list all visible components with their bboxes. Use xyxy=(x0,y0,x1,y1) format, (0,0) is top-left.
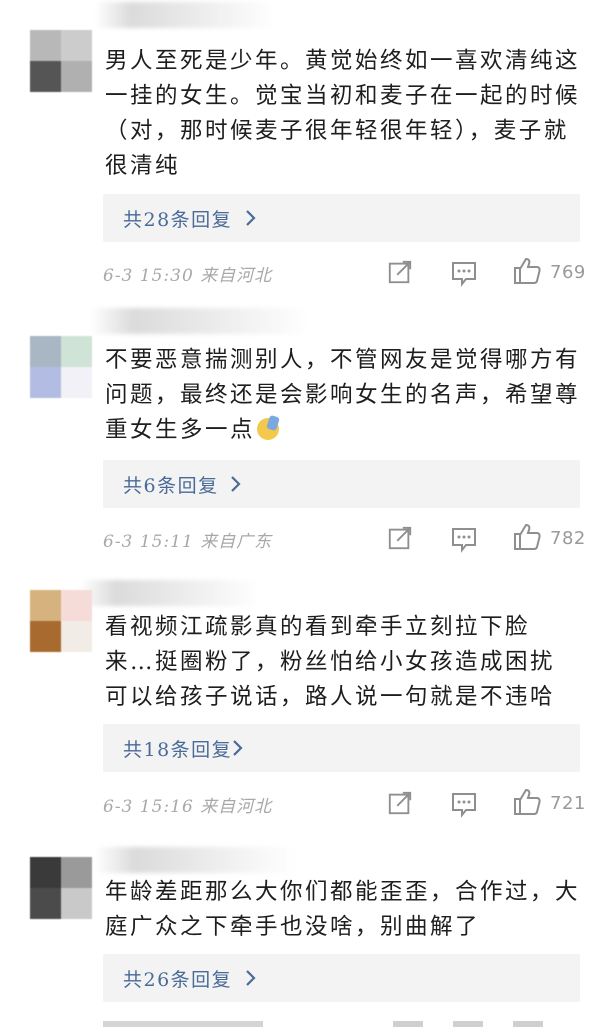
comment-meta: 6-3 15:30 来自河北 xyxy=(103,261,272,286)
comment-date: 6-3 15:16 xyxy=(103,797,194,817)
avatar-tile xyxy=(61,367,92,398)
comment-line: 重女生多一点 xyxy=(105,413,585,448)
chevron-right-icon xyxy=(231,476,241,492)
comment-line: 年龄差距那么大你们都能歪歪，合作过，大 xyxy=(105,879,581,905)
comment-text: 看视频江疏影真的看到牵手立刻拉下脸 来…挺圈粉了，粉丝怕给小女孩造成困扰 可以给… xyxy=(105,610,585,715)
comment-line: 来…挺圈粉了，粉丝怕给小女孩造成困扰 xyxy=(105,649,556,675)
chevron-right-icon xyxy=(246,210,256,226)
avatar-tile xyxy=(61,590,92,621)
thumbs-up-icon[interactable] xyxy=(512,522,542,552)
comment-meta: 6-3 15:11 来自广东 xyxy=(103,527,272,552)
avatar-tile xyxy=(30,30,61,61)
avatar[interactable] xyxy=(30,336,92,398)
comment-location: 来自广东 xyxy=(200,532,273,552)
comment-item: 男人至死是少年。黄觉始终如一喜欢清纯这 一挂的女生。觉宝当初和麦子在一起的时候 … xyxy=(0,0,600,300)
username-blurred[interactable] xyxy=(90,308,310,334)
comment-meta-cutoff xyxy=(103,1021,583,1027)
chevron-right-icon xyxy=(246,970,256,986)
comment-line: 男人至死是少年。黄觉始终如一喜欢清纯这 xyxy=(105,48,581,74)
avatar-tile xyxy=(30,621,61,652)
share-icon[interactable] xyxy=(387,525,413,551)
like-count: 782 xyxy=(550,528,586,549)
comment-date: 6-3 15:11 xyxy=(103,532,194,552)
avatar-tile xyxy=(30,888,61,919)
avatar-tile xyxy=(61,888,92,919)
username-blurred[interactable] xyxy=(80,580,260,606)
username-blurred[interactable] xyxy=(95,2,275,28)
comment-line: 一挂的女生。觉宝当初和麦子在一起的时候 xyxy=(105,83,581,109)
chevron-right-icon xyxy=(233,740,243,756)
share-icon[interactable] xyxy=(387,259,413,285)
thumbs-up-icon[interactable] xyxy=(512,787,542,817)
comment-location: 来自河北 xyxy=(200,266,273,286)
avatar-tile xyxy=(61,857,92,888)
comment-date: 6-3 15:30 xyxy=(103,266,194,286)
comment-item: 不要恶意揣测别人，不管网友是觉得哪方有 问题，最终还是会影响女生的名声，希望尊 … xyxy=(0,300,600,570)
thumbs-up-icon[interactable] xyxy=(512,256,542,286)
avatar-tile xyxy=(61,336,92,367)
avatar[interactable] xyxy=(30,30,92,92)
avatar-tile xyxy=(61,30,92,61)
reply-count-button[interactable]: 共6条回复 xyxy=(103,460,580,508)
comment-item: 看视频江疏影真的看到牵手立刻拉下脸 来…挺圈粉了，粉丝怕给小女孩造成困扰 可以给… xyxy=(0,570,600,835)
avatar-tile xyxy=(30,61,61,92)
comment-line: 可以给孩子说话，路人说一句就是不违哈 xyxy=(105,684,556,710)
like-count: 721 xyxy=(550,793,586,814)
reply-count-label: 共26条回复 xyxy=(123,969,233,991)
avatar-tile xyxy=(30,336,61,367)
reply-count-label: 共28条回复 xyxy=(123,209,233,231)
comment-text: 不要恶意揣测别人，不管网友是觉得哪方有 问题，最终还是会影响女生的名声，希望尊 … xyxy=(105,343,585,448)
username-blurred[interactable] xyxy=(95,847,295,873)
avatar-tile xyxy=(30,857,61,888)
reply-count-button[interactable]: 共28条回复 xyxy=(103,194,580,242)
comment-icon[interactable] xyxy=(450,525,478,553)
reply-count-button[interactable]: 共26条回复 xyxy=(103,954,580,1002)
avatar[interactable] xyxy=(30,590,92,652)
comment-line-text: 重女生多一点 xyxy=(105,417,256,443)
emoji-icon xyxy=(257,418,280,440)
comment-text: 年龄差距那么大你们都能歪歪，合作过，大 庭广众之下牵手也没啥，别曲解了 xyxy=(105,875,585,945)
avatar-tile xyxy=(30,367,61,398)
avatar-tile xyxy=(61,621,92,652)
comment-line: 问题，最终还是会影响女生的名声，希望尊 xyxy=(105,382,581,408)
comment-meta: 6-3 15:16 来自河北 xyxy=(103,792,272,817)
avatar-tile xyxy=(30,590,61,621)
comment-item: 年龄差距那么大你们都能歪歪，合作过，大 庭广众之下牵手也没啥，别曲解了 共26条… xyxy=(0,835,600,1027)
comment-icon[interactable] xyxy=(450,259,478,287)
comment-line: 庭广众之下牵手也没啥，别曲解了 xyxy=(105,914,481,940)
reply-count-label: 共6条回复 xyxy=(123,475,219,497)
comment-line: 很清纯 xyxy=(105,153,181,179)
avatar-tile xyxy=(61,61,92,92)
avatar[interactable] xyxy=(30,857,92,919)
comment-icon[interactable] xyxy=(450,790,478,818)
comment-line: 不要恶意揣测别人，不管网友是觉得哪方有 xyxy=(105,347,581,373)
reply-count-button[interactable]: 共18条回复 xyxy=(103,724,580,772)
comment-line: （对，那时候麦子很年轻很年轻），麦子就 xyxy=(105,118,569,144)
share-icon[interactable] xyxy=(387,790,413,816)
like-count: 769 xyxy=(550,262,586,283)
comment-text: 男人至死是少年。黄觉始终如一喜欢清纯这 一挂的女生。觉宝当初和麦子在一起的时候 … xyxy=(105,44,585,184)
reply-count-label: 共18条回复 xyxy=(123,739,233,761)
comment-location: 来自河北 xyxy=(200,797,273,817)
comment-line: 看视频江疏影真的看到牵手立刻拉下脸 xyxy=(105,614,531,640)
